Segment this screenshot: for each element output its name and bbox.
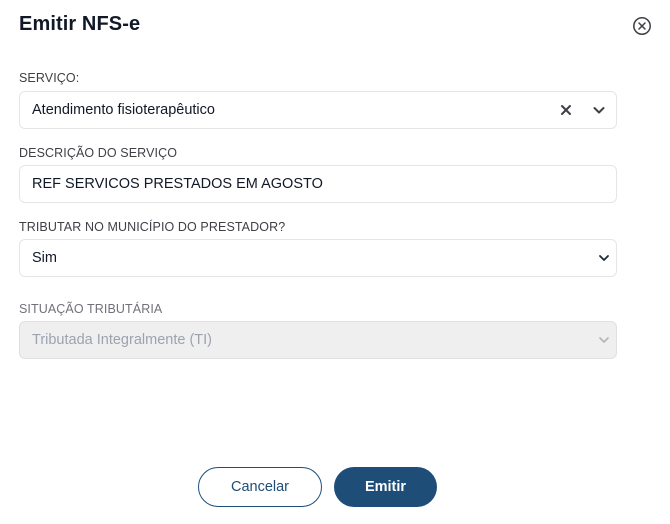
close-circle-icon bbox=[633, 17, 651, 35]
x-icon bbox=[561, 105, 571, 115]
emit-nfse-dialog: Emitir NFS-e SERVIÇO: Atendimento fisiot… bbox=[0, 0, 670, 524]
clear-selection-button[interactable] bbox=[560, 104, 572, 116]
chevron-down-icon bbox=[599, 255, 609, 261]
servico-select-indicators bbox=[560, 92, 606, 128]
situacao-value: Tributada Integralmente (TI) bbox=[32, 332, 212, 348]
situacao-label: SITUAÇÃO TRIBUTÁRIA bbox=[19, 302, 163, 316]
cancel-button[interactable]: Cancelar bbox=[198, 467, 322, 507]
chevron-down-icon bbox=[599, 337, 609, 343]
tributar-value: Sim bbox=[32, 250, 57, 266]
tributar-select[interactable]: Sim bbox=[19, 239, 617, 277]
tributar-label: TRIBUTAR NO MUNICÍPIO DO PRESTADOR? bbox=[19, 220, 286, 234]
chevron-down-icon bbox=[593, 107, 605, 114]
descricao-value: REF SERVICOS PRESTADOS EM AGOSTO bbox=[32, 176, 323, 192]
descricao-input[interactable]: REF SERVICOS PRESTADOS EM AGOSTO bbox=[19, 165, 617, 203]
submit-button[interactable]: Emitir bbox=[334, 467, 437, 507]
descricao-label: DESCRIÇÃO DO SERVIÇO bbox=[19, 146, 178, 160]
servico-dropdown-toggle[interactable] bbox=[584, 103, 606, 117]
dialog-title: Emitir NFS-e bbox=[19, 13, 141, 35]
close-button[interactable] bbox=[631, 15, 653, 37]
situacao-select: Tributada Integralmente (TI) bbox=[19, 321, 617, 359]
servico-select[interactable]: Atendimento fisioterapêutico bbox=[19, 91, 617, 129]
servico-label: SERVIÇO: bbox=[19, 71, 80, 85]
servico-value: Atendimento fisioterapêutico bbox=[32, 102, 215, 118]
